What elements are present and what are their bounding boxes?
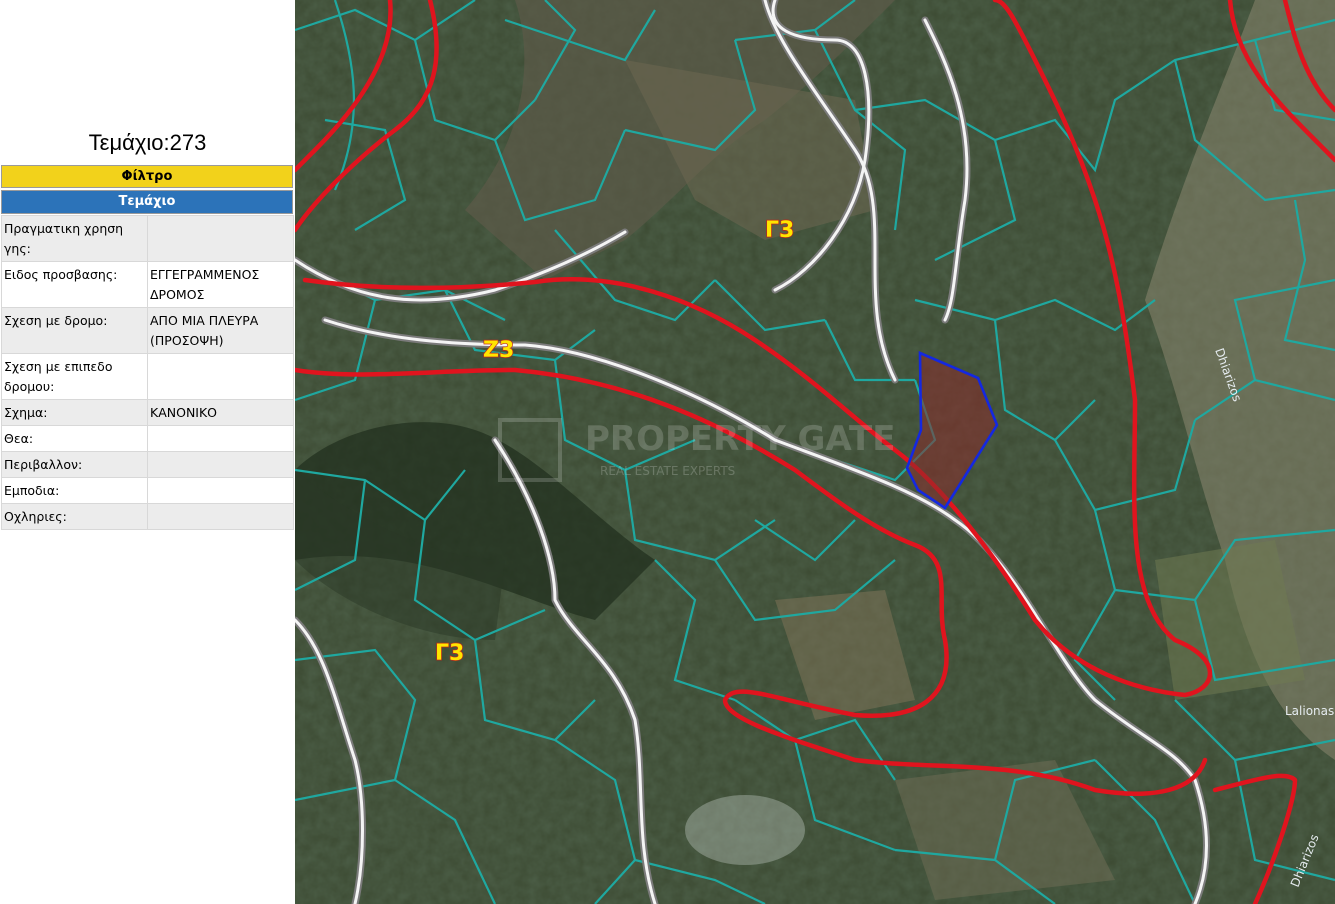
- attr-value: ΚΑΝΟΝΙΚΟ: [147, 399, 294, 426]
- table-row: Σχεση με δρομο: ΑΠΟ ΜΙΑ ΠΛΕΥΡΑ (ΠΡΟΣΟΨΗ): [1, 307, 294, 354]
- parcel-section-header[interactable]: Τεμάχιο: [1, 190, 293, 214]
- attr-label: Εμποδια:: [1, 477, 148, 504]
- attr-label: Θεα:: [1, 425, 148, 452]
- filter-button[interactable]: Φίλτρο: [1, 165, 293, 188]
- place-label: Lalionas: [1285, 704, 1334, 718]
- parcel-title: Τεμάχιο:273: [88, 130, 207, 155]
- attr-value: ΑΠΟ ΜΙΑ ΠΛΕΥΡΑ (ΠΡΟΣΟΨΗ): [147, 307, 294, 354]
- attr-label: Ειδος προσβασης:: [1, 261, 148, 308]
- attr-value: [147, 353, 294, 400]
- table-row: Σχημα: ΚΑΝΟΝΙΚΟ: [1, 399, 294, 426]
- table-row: Σχεση με επιπεδο δρομου:: [1, 353, 294, 400]
- attr-value: [147, 503, 294, 530]
- attr-value: [147, 215, 294, 262]
- attr-label: Σχημα:: [1, 399, 148, 426]
- parcel-attributes-table: Πραγματικη χρηση γης: Ειδος προσβασης: Ε…: [1, 215, 294, 530]
- attr-label: Οχληριες:: [1, 503, 148, 530]
- zone-label: Γ3: [435, 641, 464, 666]
- attr-label: Σχεση με επιπεδο δρομου:: [1, 353, 148, 400]
- zone-label: Ζ3: [483, 338, 514, 363]
- table-row: Περιβαλλον:: [1, 451, 294, 478]
- table-row: Οχληριες:: [1, 503, 294, 530]
- attr-label: Πραγματικη χρηση γης:: [1, 215, 148, 262]
- attr-value: [147, 477, 294, 504]
- info-panel: Τεμάχιο:273 Φίλτρο Τεμάχιο Πραγματικη χρ…: [0, 0, 295, 904]
- attr-value: ΕΓΓΕΓΡΑΜΜΕΝΟΣ ΔΡΟΜΟΣ: [147, 261, 294, 308]
- attr-label: Σχεση με δρομο:: [1, 307, 148, 354]
- attr-value: [147, 451, 294, 478]
- table-row: Ειδος προσβασης: ΕΓΓΕΓΡΑΜΜΕΝΟΣ ΔΡΟΜΟΣ: [1, 261, 294, 308]
- attr-value: [147, 425, 294, 452]
- attr-label: Περιβαλλον:: [1, 451, 148, 478]
- table-row: Πραγματικη χρηση γης:: [1, 215, 294, 262]
- table-row: Εμποδια:: [1, 477, 294, 504]
- watermark-text: PROPERTY GATE: [585, 419, 895, 459]
- satellite-map[interactable]: PROPERTY GATE REAL ESTATE EXPERTS Γ3 Ζ3 …: [295, 0, 1335, 904]
- zone-label: Γ3: [765, 218, 794, 243]
- table-row: Θεα:: [1, 425, 294, 452]
- watermark-subtext: REAL ESTATE EXPERTS: [600, 464, 735, 478]
